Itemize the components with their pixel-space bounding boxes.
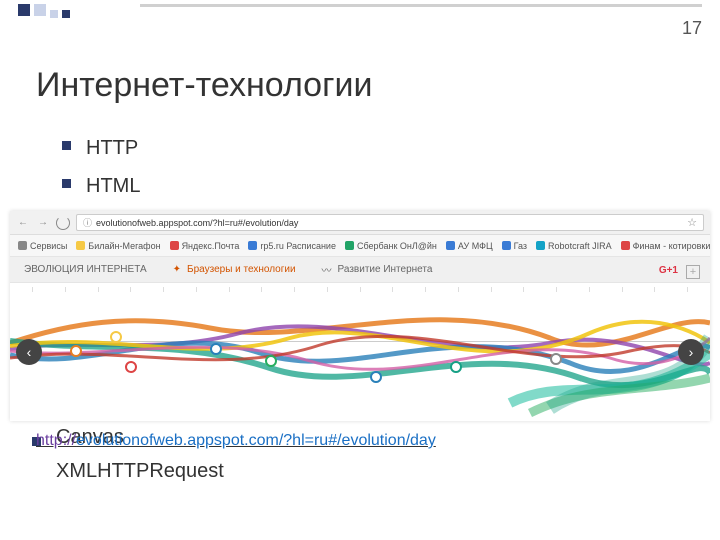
timeline-node[interactable] (110, 331, 122, 343)
bookmark-item[interactable]: Газ (502, 241, 527, 251)
screenshot: ← → ⓘ evolutionofweb.appspot.com/?hl=ru#… (10, 211, 710, 421)
page-header: ЭВОЛЮЦИЯ ИНТЕРНЕТА ✦ Браузеры и технолог… (10, 257, 710, 283)
slide-decoration (0, 0, 70, 18)
slide-title: Интернет-технологии (36, 66, 720, 105)
bookmarks-bar: Сервисы Билайн-Мегафон Яндекс.Почта rp5.… (10, 235, 710, 257)
bookmark-item[interactable]: rp5.ru Расписание (248, 241, 336, 251)
timeline-node[interactable] (550, 353, 562, 365)
header-rule (140, 4, 702, 7)
timeline-node[interactable] (450, 361, 462, 373)
bullet-item: HTML (62, 167, 720, 205)
prev-button[interactable]: ‹ (16, 339, 42, 365)
bookmark-item[interactable]: Билайн-Мегафон (76, 241, 160, 251)
tab-growth[interactable]: 〰 Развитие Интернета (322, 262, 433, 277)
timeline-node[interactable] (370, 371, 382, 383)
add-button[interactable]: + (686, 265, 700, 279)
tab-browsers[interactable]: ✦ Браузеры и технологии (173, 264, 296, 275)
url-bar[interactable]: ⓘ evolutionofweb.appspot.com/?hl=ru#/evo… (76, 214, 704, 231)
timeline-node[interactable] (70, 345, 82, 357)
bookmark-item[interactable]: Сервисы (18, 241, 67, 251)
gplus-button[interactable]: G+1 (659, 265, 678, 276)
stream-graph (10, 283, 710, 421)
url-text: evolutionofweb.appspot.com/?hl=ru#/evolu… (96, 218, 298, 228)
bookmark-item[interactable]: Яндекс.Почта (170, 241, 240, 251)
page-number: 17 (682, 18, 702, 39)
browser-chrome: ← → ⓘ evolutionofweb.appspot.com/?hl=ru#… (10, 211, 710, 235)
bookmark-item[interactable]: АУ МФЦ (446, 241, 493, 251)
timeline: ‹ › (10, 283, 710, 421)
timeline-node[interactable] (265, 355, 277, 367)
bookmark-item[interactable]: Сбербанк ОнЛ@йн (345, 241, 437, 251)
next-button[interactable]: › (678, 339, 704, 365)
star-icon[interactable]: ☆ (687, 216, 697, 229)
forward-icon[interactable]: → (36, 216, 50, 230)
timeline-node[interactable] (210, 343, 222, 355)
reload-icon[interactable] (56, 216, 70, 230)
timeline-node[interactable] (125, 361, 137, 373)
page-brand: ЭВОЛЮЦИЯ ИНТЕРНЕТА (24, 264, 147, 275)
bookmark-item[interactable]: Robotcraft JIRA (536, 241, 612, 251)
info-icon: ⓘ (83, 216, 92, 229)
bullet-item-xhr: XMLHTTPRequest (56, 460, 224, 483)
back-icon[interactable]: ← (16, 216, 30, 230)
bullet-item: HTTP (62, 129, 720, 167)
bookmark-item[interactable]: Финам - котировки (621, 241, 710, 251)
bullet-list: HTTP HTML (62, 129, 720, 205)
source-link[interactable]: http://evolutionofweb.appspot.com/?hl=ru… (36, 432, 436, 450)
